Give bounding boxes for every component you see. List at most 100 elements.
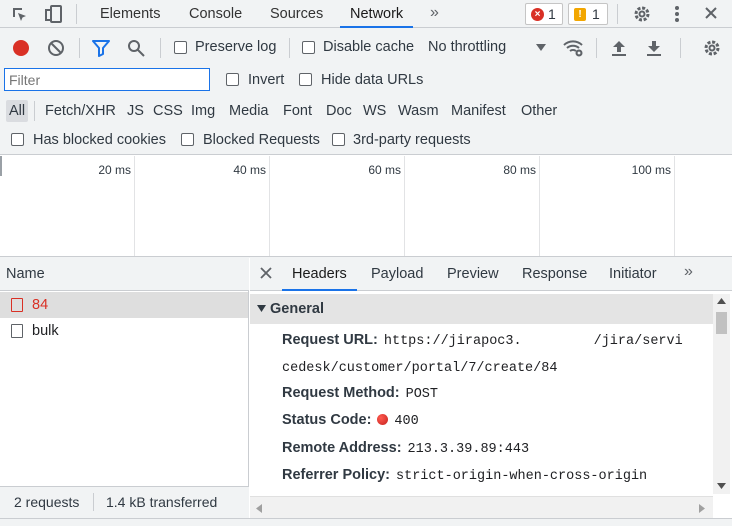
drawer-edge — [0, 518, 732, 526]
devtools-tab-bar: Elements Console Sources Network » × 1 !… — [0, 0, 732, 28]
toolbar-divider — [76, 4, 77, 24]
close-icon[interactable] — [704, 6, 718, 20]
request-url-continuation: cedesk/customer/portal/7/create/84 — [282, 361, 558, 376]
toolbar-divider — [160, 38, 161, 58]
vertical-scrollbar[interactable] — [713, 294, 730, 494]
timeline-tick-label: 60 ms — [368, 163, 401, 177]
double-chevron-right-icon[interactable]: » — [430, 4, 439, 22]
scroll-down-icon[interactable] — [717, 483, 726, 489]
network-overview-timeline[interactable]: 20 ms 40 ms 60 ms 80 ms 100 ms — [0, 156, 732, 256]
tab-console[interactable]: Console — [189, 0, 242, 28]
type-filter-media[interactable]: Media — [226, 100, 272, 122]
type-filter-wasm[interactable]: Wasm — [395, 100, 442, 122]
resource-type-filters: All Fetch/XHR JS CSS Img Media Font Doc … — [0, 97, 732, 125]
tab-sources[interactable]: Sources — [270, 0, 323, 28]
request-row-bulk[interactable]: bulk — [0, 318, 248, 344]
warning-count-badge[interactable]: ! 1 — [568, 3, 608, 25]
upload-icon[interactable] — [611, 39, 627, 57]
blocked-cookies-checkbox[interactable] — [11, 133, 24, 146]
type-filter-fetch-xhr[interactable]: Fetch/XHR — [42, 100, 119, 122]
type-filter-ws[interactable]: WS — [360, 100, 389, 122]
disable-cache-label: Disable cache — [323, 39, 415, 55]
filter-input[interactable] — [4, 68, 210, 91]
blocked-cookies-label: Has blocked cookies — [33, 132, 166, 148]
name-column-header[interactable]: Name — [0, 258, 249, 291]
tab-headers[interactable]: Headers — [282, 258, 357, 291]
throttling-select[interactable]: No throttling — [428, 39, 506, 55]
toolbar-divider — [289, 38, 290, 58]
type-filter-css[interactable]: CSS — [150, 100, 186, 122]
request-list-panel: Name 84 bulk 2 requests 1.4 kB transferr… — [0, 258, 249, 518]
scroll-right-icon[interactable] — [699, 504, 705, 513]
timeline-gridline — [674, 156, 675, 256]
triangle-down-icon — [257, 305, 266, 312]
general-section-header[interactable]: General — [250, 294, 713, 324]
tab-payload[interactable]: Payload — [371, 258, 423, 291]
third-party-checkbox[interactable] — [332, 133, 345, 146]
gear-icon[interactable] — [702, 38, 722, 58]
scrollbar-thumb[interactable] — [716, 312, 727, 334]
error-count-badge[interactable]: × 1 — [525, 3, 563, 25]
download-icon[interactable] — [646, 39, 662, 57]
hide-data-urls-checkbox[interactable] — [299, 73, 312, 86]
timeline-gridline — [404, 156, 405, 256]
blocked-requests-checkbox[interactable] — [181, 133, 194, 146]
preserve-log-checkbox[interactable] — [174, 41, 187, 54]
disable-cache-checkbox[interactable] — [302, 41, 315, 54]
chevron-down-icon[interactable] — [536, 44, 546, 51]
kebab-menu-icon[interactable] — [674, 5, 680, 23]
tab-initiator[interactable]: Initiator — [609, 258, 657, 291]
toolbar-divider — [617, 4, 618, 24]
timeline-start-marker — [0, 156, 2, 176]
double-chevron-right-icon[interactable]: » — [684, 263, 693, 281]
type-filter-other[interactable]: Other — [518, 100, 560, 122]
transferred-size: 1.4 kB transferred — [106, 494, 218, 510]
document-icon — [11, 298, 23, 312]
status-code-row: Status Code: 400 — [282, 412, 419, 429]
type-filter-doc[interactable]: Doc — [323, 100, 355, 122]
blocked-requests-label: Blocked Requests — [203, 132, 320, 148]
status-code-value: 400 — [394, 414, 419, 429]
gear-icon[interactable] — [632, 4, 652, 24]
timeline-tick-label: 100 ms — [631, 163, 671, 177]
wifi-settings-icon[interactable] — [563, 38, 585, 58]
record-icon[interactable] — [12, 39, 30, 57]
type-filter-js[interactable]: JS — [124, 100, 147, 122]
warning-icon: ! — [574, 8, 586, 21]
network-status-bar: 2 requests 1.4 kB transferred — [0, 486, 249, 518]
type-filter-all[interactable]: All — [6, 100, 29, 122]
scroll-left-icon[interactable] — [256, 504, 262, 513]
type-filter-font[interactable]: Font — [280, 100, 315, 122]
referrer-policy-row: Referrer Policy: strict-origin-when-cross… — [282, 467, 648, 484]
request-method-value: POST — [405, 387, 439, 402]
remote-address-value: 213.3.39.89:443 — [407, 442, 530, 457]
type-filter-img[interactable]: Img — [188, 100, 218, 122]
invert-checkbox[interactable] — [226, 73, 239, 86]
request-method-row: Request Method: POST — [282, 385, 439, 402]
timeline-tick-label: 20 ms — [98, 163, 131, 177]
tab-response[interactable]: Response — [522, 258, 587, 291]
type-filter-manifest[interactable]: Manifest — [448, 100, 509, 122]
error-icon: × — [531, 8, 544, 21]
search-icon[interactable] — [127, 39, 145, 57]
status-error-icon — [377, 414, 389, 425]
horizontal-scrollbar[interactable] — [250, 496, 713, 518]
remote-address-row: Remote Address: 213.3.39.89:443 — [282, 440, 530, 457]
device-toggle-icon[interactable] — [44, 4, 64, 24]
network-toolbar: Preserve log Disable cache No throttling — [0, 33, 732, 63]
status-divider — [93, 493, 94, 511]
scroll-up-icon[interactable] — [717, 298, 726, 304]
inspect-element-icon[interactable] — [10, 5, 28, 23]
detail-tab-bar: Headers Payload Preview Response Initiat… — [250, 258, 732, 291]
tab-network[interactable]: Network — [340, 0, 414, 28]
request-row-84[interactable]: 84 — [0, 292, 248, 318]
invert-label: Invert — [248, 72, 285, 88]
tab-preview[interactable]: Preview — [447, 258, 499, 291]
preserve-log-label: Preserve log — [195, 39, 277, 55]
clear-icon[interactable] — [47, 39, 65, 57]
blocked-filters-row: Has blocked cookies Blocked Requests 3rd… — [0, 125, 732, 155]
close-icon[interactable] — [260, 267, 272, 279]
filter-icon[interactable] — [92, 39, 110, 57]
request-count: 2 requests — [14, 494, 80, 510]
tab-elements[interactable]: Elements — [100, 0, 160, 28]
